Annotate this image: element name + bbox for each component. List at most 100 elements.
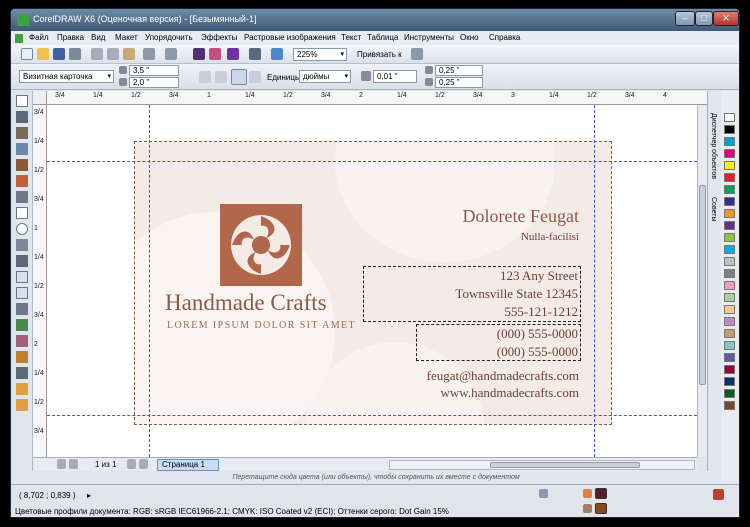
open-folder-icon[interactable] bbox=[37, 48, 49, 60]
units-select[interactable]: дюймы ▾ bbox=[299, 70, 351, 83]
pick-tool-icon[interactable] bbox=[16, 95, 28, 107]
phones-text-frame[interactable]: (000) 555-0000 (000) 555-0000 bbox=[416, 324, 581, 361]
menu-text[interactable]: Текст bbox=[341, 33, 361, 42]
zoom-combo[interactable]: 225% ▾ bbox=[293, 48, 347, 61]
new-document-icon[interactable] bbox=[21, 48, 33, 60]
menu-window[interactable]: Окно bbox=[460, 33, 479, 42]
table-tool-icon[interactable] bbox=[16, 287, 28, 299]
menu-layout[interactable]: Макет bbox=[115, 33, 138, 42]
rectangle-tool-icon[interactable] bbox=[16, 207, 28, 219]
next-page-icon[interactable] bbox=[127, 459, 136, 469]
brand-logo[interactable] bbox=[220, 204, 302, 286]
polygon-tool-icon[interactable] bbox=[16, 239, 28, 251]
color-swatch[interactable] bbox=[724, 365, 735, 374]
drawing-canvas[interactable]: Handmade Crafts LOREM IPSUM DOLOR SIT AM… bbox=[47, 105, 697, 457]
color-swatch[interactable] bbox=[724, 305, 735, 314]
color-swatch[interactable] bbox=[724, 209, 735, 218]
snap-to-button[interactable]: Привязать к bbox=[357, 50, 402, 59]
options-icon[interactable] bbox=[411, 48, 423, 60]
portrait-icon[interactable] bbox=[199, 71, 211, 83]
duplicate-x-input[interactable]: 0,25 " bbox=[435, 65, 483, 76]
color-swatch[interactable] bbox=[724, 341, 735, 350]
doc-menu-icon[interactable] bbox=[15, 34, 23, 43]
basic-shapes-icon[interactable] bbox=[16, 255, 28, 267]
shape-tool-icon[interactable] bbox=[16, 111, 28, 123]
ellipse-tool-icon[interactable] bbox=[16, 223, 28, 235]
color-swatch[interactable] bbox=[724, 317, 735, 326]
menu-view[interactable]: Вид bbox=[91, 33, 105, 42]
connector-tool-icon[interactable] bbox=[16, 319, 28, 331]
menu-bitmaps[interactable]: Растровые изображения bbox=[244, 33, 336, 42]
save-icon[interactable] bbox=[53, 48, 65, 60]
minimize-button[interactable]: – bbox=[675, 11, 695, 26]
color-swatch[interactable] bbox=[724, 329, 735, 338]
first-page-icon[interactable] bbox=[57, 459, 66, 469]
vertical-ruler[interactable]: 3/4 1/4 1/2 3/4 1 1/4 1/2 3/4 2 1/4 1/2 … bbox=[33, 105, 47, 457]
vertical-scrollbar[interactable] bbox=[697, 105, 707, 457]
export-icon[interactable] bbox=[209, 48, 221, 60]
current-page-icon[interactable] bbox=[249, 71, 261, 83]
color-swatch[interactable] bbox=[724, 281, 735, 290]
fill-tool-icon[interactable] bbox=[16, 383, 28, 395]
ruler-origin[interactable] bbox=[33, 91, 47, 105]
color-proof-icon[interactable] bbox=[539, 489, 548, 498]
print-icon[interactable] bbox=[69, 48, 81, 60]
alert-icon[interactable] bbox=[713, 489, 724, 500]
eyedropper-icon[interactable] bbox=[16, 351, 28, 363]
color-swatch[interactable] bbox=[724, 257, 735, 266]
menu-tools[interactable]: Инструменты bbox=[404, 33, 454, 42]
text-tool-icon[interactable] bbox=[16, 271, 28, 283]
business-card-page[interactable]: Handmade Crafts LOREM IPSUM DOLOR SIT AM… bbox=[134, 141, 612, 425]
brand-name-text[interactable]: Handmade Crafts bbox=[165, 290, 327, 316]
color-swatch[interactable] bbox=[724, 125, 735, 134]
fill-color-swatch[interactable] bbox=[595, 488, 607, 499]
menu-edit[interactable]: Правка bbox=[57, 33, 84, 42]
color-swatch[interactable] bbox=[724, 185, 735, 194]
vertical-guideline[interactable] bbox=[594, 105, 595, 457]
outline-pen-icon[interactable] bbox=[16, 367, 28, 379]
email-text[interactable]: feugat@handmadecrafts.com bbox=[427, 368, 579, 384]
color-swatch[interactable] bbox=[724, 221, 735, 230]
scroll-thumb[interactable] bbox=[699, 185, 706, 385]
smart-fill-icon[interactable] bbox=[16, 191, 28, 203]
prev-page-icon[interactable] bbox=[69, 459, 78, 469]
cut-icon[interactable] bbox=[91, 48, 103, 60]
color-swatch[interactable] bbox=[724, 293, 735, 302]
last-page-icon[interactable] bbox=[139, 459, 148, 469]
color-swatch[interactable] bbox=[724, 137, 735, 146]
page-height-input[interactable]: 2,0 " bbox=[129, 77, 179, 88]
tagline-text[interactable]: LOREM IPSUM DOLOR SIT AMET bbox=[167, 320, 356, 331]
copy-icon[interactable] bbox=[107, 48, 119, 60]
duplicate-y-input[interactable]: 0,25 " bbox=[435, 77, 483, 88]
color-swatch[interactable] bbox=[724, 161, 735, 170]
color-swatch[interactable] bbox=[724, 197, 735, 206]
zoom-tool-icon[interactable] bbox=[16, 143, 28, 155]
blend-tool-icon[interactable] bbox=[16, 335, 28, 347]
title-bar[interactable]: CorelDRAW X6 (Оценочная версия) - [Безым… bbox=[11, 9, 739, 31]
object-manager-tab[interactable]: Диспетчер объектов bbox=[710, 113, 717, 179]
color-swatch[interactable] bbox=[724, 269, 735, 278]
color-swatch[interactable] bbox=[724, 149, 735, 158]
outline-color-swatch[interactable] bbox=[595, 503, 607, 514]
person-title-text[interactable]: Nulla-facilisi bbox=[521, 231, 579, 243]
crop-tool-icon[interactable] bbox=[16, 127, 28, 139]
vertical-guideline[interactable] bbox=[149, 105, 150, 457]
artistic-media-icon[interactable] bbox=[16, 175, 28, 187]
color-swatch[interactable] bbox=[724, 245, 735, 254]
interactive-fill-icon[interactable] bbox=[16, 399, 28, 411]
menu-file[interactable]: Файл bbox=[29, 33, 49, 42]
document-palette-hint[interactable]: Перетащите сюда цвета (или объекты), что… bbox=[11, 471, 739, 484]
chevron-right-icon[interactable]: ▸ bbox=[87, 491, 91, 500]
welcome-screen-icon[interactable] bbox=[271, 48, 283, 60]
dimension-tool-icon[interactable] bbox=[16, 303, 28, 315]
page-preset-select[interactable]: Визитная карточка ▾ bbox=[19, 70, 114, 83]
redo-icon[interactable] bbox=[165, 48, 177, 60]
scroll-thumb[interactable] bbox=[490, 462, 640, 468]
menu-effects[interactable]: Эффекты bbox=[201, 33, 237, 42]
menu-table[interactable]: Таблица bbox=[367, 33, 398, 42]
color-swatch[interactable] bbox=[724, 353, 735, 362]
paste-icon[interactable] bbox=[123, 48, 135, 60]
color-swatch[interactable] bbox=[724, 233, 735, 242]
color-swatch[interactable] bbox=[724, 173, 735, 182]
horizontal-guideline[interactable] bbox=[47, 415, 697, 416]
